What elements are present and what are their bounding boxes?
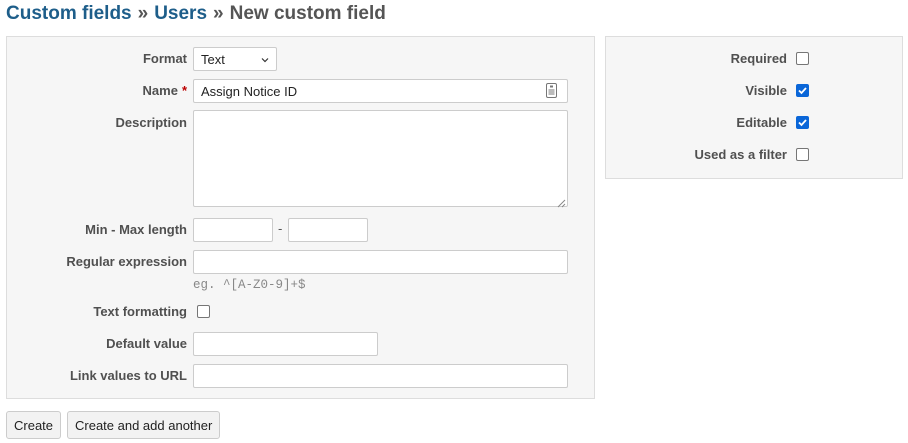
name-label: Name * xyxy=(143,83,187,98)
format-label: Format xyxy=(142,51,187,66)
format-select-value: Text xyxy=(201,51,225,67)
text-formatting-label: Text formatting xyxy=(93,304,187,319)
link-values-label: Link values to URL xyxy=(69,368,187,383)
description-label: Description xyxy=(115,115,187,130)
min-length-input[interactable] xyxy=(193,218,273,242)
create-button[interactable]: Create xyxy=(6,411,62,439)
editable-label: Editable xyxy=(736,115,787,130)
length-separator: - xyxy=(278,221,283,236)
link-values-input[interactable] xyxy=(193,364,568,388)
length-label: Min - Max length xyxy=(85,222,187,237)
text-formatting-checkbox[interactable] xyxy=(197,305,210,318)
name-input[interactable] xyxy=(193,79,568,103)
filter-checkbox[interactable] xyxy=(796,148,809,161)
editable-checkbox[interactable] xyxy=(796,116,809,129)
regex-input[interactable] xyxy=(193,250,568,274)
max-length-input[interactable] xyxy=(288,218,368,242)
chevron-down-icon xyxy=(261,52,269,67)
keyboard-icon[interactable] xyxy=(546,83,557,101)
required-checkbox[interactable] xyxy=(796,52,809,65)
name-label-text: Name xyxy=(142,83,178,98)
resize-grip-icon[interactable] xyxy=(557,196,566,211)
breadcrumb-separator: » xyxy=(213,3,224,24)
format-select[interactable]: Text xyxy=(193,47,277,71)
breadcrumb-separator: » xyxy=(137,3,149,24)
default-value-input[interactable] xyxy=(193,332,378,356)
regex-label: Regular expression xyxy=(66,254,187,269)
description-textarea[interactable] xyxy=(193,110,568,207)
filter-label: Used as a filter xyxy=(694,147,788,162)
breadcrumb-users-link[interactable]: Users xyxy=(154,3,207,24)
default-value-label: Default value xyxy=(106,336,187,351)
required-mark: * xyxy=(181,83,187,98)
visible-label: Visible xyxy=(745,83,787,98)
checkmark-icon xyxy=(798,119,807,127)
page-title: Custom fields» Users» New custom field xyxy=(6,3,386,25)
create-and-add-another-button[interactable]: Create and add another xyxy=(67,411,221,439)
breadcrumb-current: New custom field xyxy=(229,3,386,24)
checkmark-icon xyxy=(798,87,807,95)
required-label: Required xyxy=(730,51,787,66)
regex-hint: eg. ^[A-Z0-9]+$ xyxy=(193,278,306,292)
breadcrumb-custom-fields-link[interactable]: Custom fields xyxy=(6,3,132,24)
visible-checkbox[interactable] xyxy=(796,84,809,97)
